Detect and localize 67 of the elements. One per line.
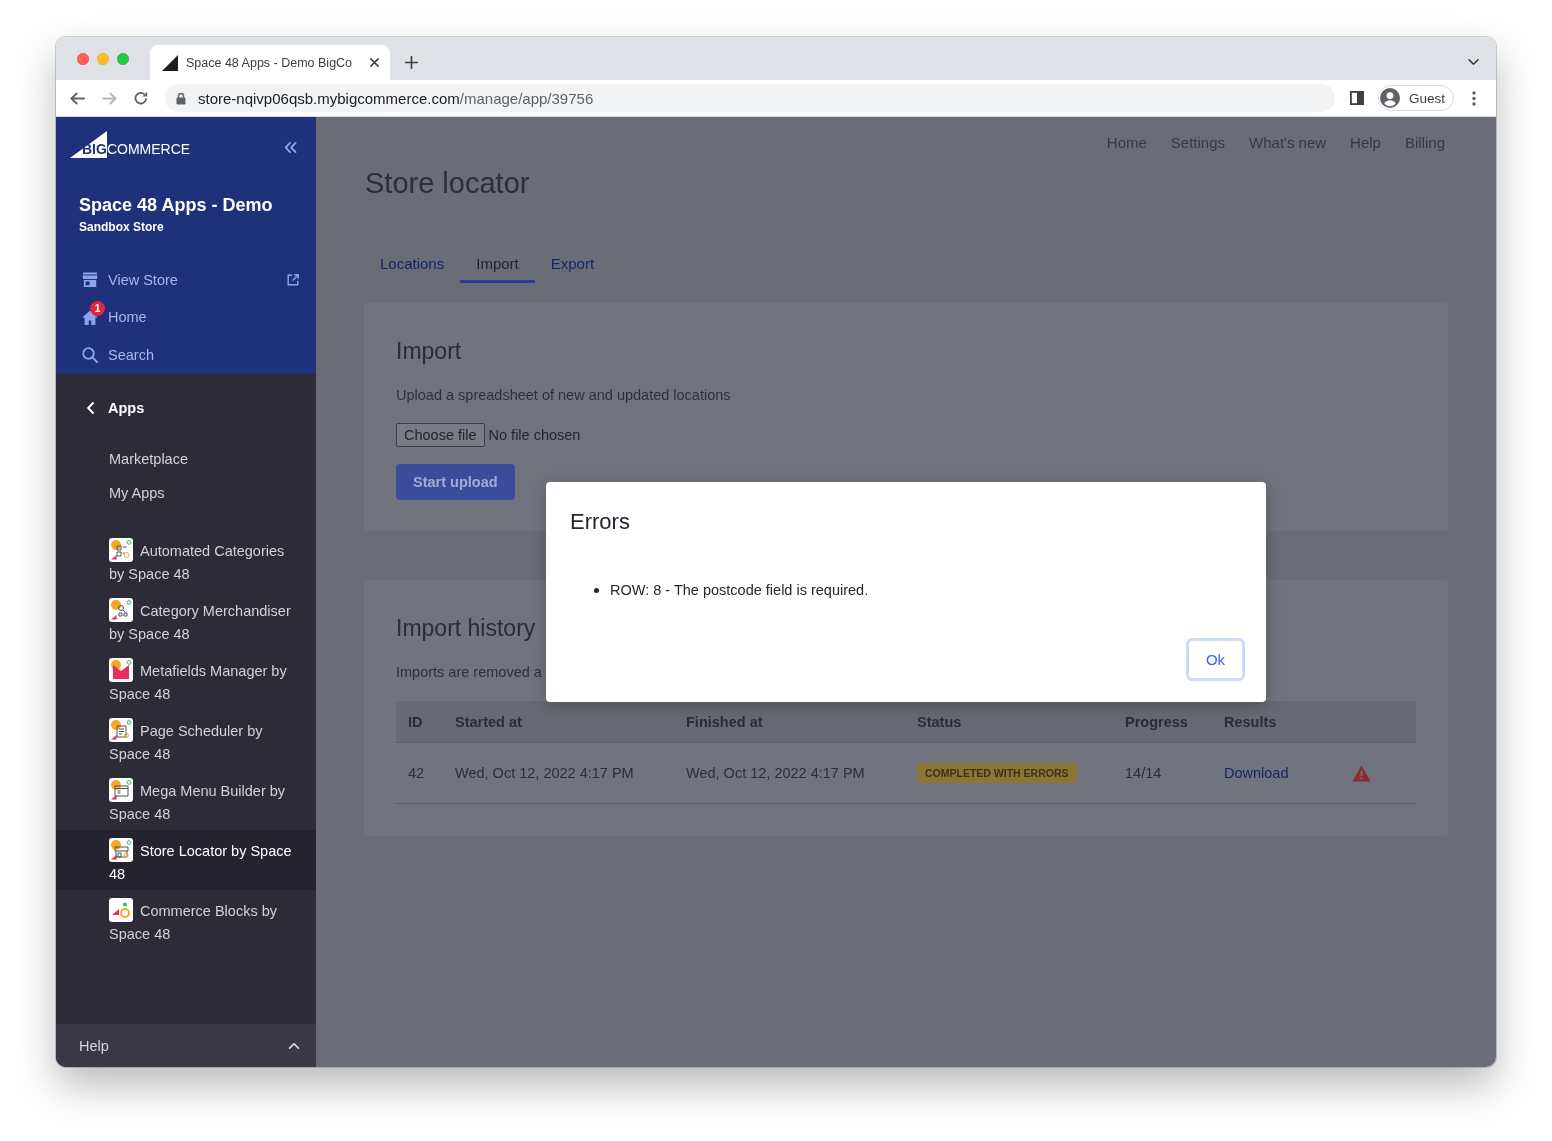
sidebar-app-link[interactable]: Automated Categories by Space 48 — [56, 530, 316, 590]
error-message: ROW: 8 - The postcode field is required. — [610, 581, 869, 600]
new-tab-icon[interactable] — [405, 56, 418, 69]
notification-badge: 1 — [90, 300, 105, 316]
table-cell: Wed, Oct 12, 2022 4:17 PM — [686, 765, 865, 781]
back-arrow-icon[interactable] — [70, 91, 85, 105]
close-tab-icon[interactable] — [370, 58, 379, 67]
column-header: Started at — [455, 713, 522, 730]
app-icon — [109, 718, 133, 742]
table-cell: 14/14 — [1125, 765, 1162, 781]
address-bar[interactable]: store-nqivp06qsb.mybigcommerce.com/manage/app/39756 — [165, 84, 1335, 112]
storefront-icon — [82, 272, 98, 288]
external-link-icon[interactable] — [287, 273, 299, 286]
column-header: Progress — [1125, 713, 1188, 730]
status-badge: COMPLETED WITH ERRORS — [917, 763, 1077, 783]
app-icon — [109, 658, 133, 682]
page-title: Store locator — [365, 166, 531, 201]
sidebar-link[interactable]: My Apps — [109, 476, 165, 510]
double-chevron-left-icon[interactable] — [284, 142, 297, 153]
card-note: Imports are removed a — [396, 664, 542, 680]
sidebar-app-link[interactable]: Category Merchandiser by Space 48 — [56, 590, 316, 650]
app-icon — [109, 838, 133, 862]
avatar-icon — [1380, 88, 1400, 108]
dialog-title: Errors — [570, 508, 631, 536]
card-description: Upload a spreadsheet of new and updated locations — [396, 386, 732, 405]
app-icon — [109, 778, 133, 802]
sidebar-app-link[interactable]: Page Scheduler by Space 48 — [56, 710, 316, 770]
table-cell: 42 — [408, 765, 425, 781]
sidebar-nav-link[interactable]: View Store — [82, 271, 178, 288]
table-cell: Wed, Oct 12, 2022 4:17 PM — [455, 765, 634, 781]
chevron-up-icon — [288, 1042, 300, 1049]
lock-icon — [176, 91, 186, 105]
help-toggle[interactable]: Help — [56, 1024, 316, 1067]
more-menu-icon[interactable] — [1472, 90, 1476, 106]
ok-button[interactable]: Ok — [1186, 638, 1245, 681]
browser-tab[interactable]: Space 48 Apps - Demo BigCo — [150, 45, 390, 80]
start-upload-button[interactable]: Start upload — [396, 464, 515, 500]
card-title: Import history — [396, 614, 537, 642]
sidebar-app-link[interactable]: Metafields Manager by Space 48 — [56, 650, 316, 710]
bullet-icon — [594, 587, 599, 593]
back-link[interactable]: Apps — [87, 391, 145, 425]
tab-title: Space 48 Apps - Demo BigCo — [186, 55, 354, 70]
search-icon — [82, 346, 98, 363]
sidebar-link[interactable]: Marketplace — [109, 442, 188, 476]
file-status: No file chosen — [488, 427, 581, 443]
card-title: Import — [396, 337, 463, 365]
app-icon — [109, 538, 133, 562]
logo-icon — [162, 54, 178, 71]
sidebar-nav-link[interactable]: Search — [82, 346, 154, 363]
app-icon — [109, 598, 133, 622]
download-link[interactable]: Download — [1224, 765, 1289, 781]
chevron-left-icon — [87, 402, 94, 414]
sidebar-app-link[interactable]: Commerce Blocks by Space 48 — [56, 890, 316, 950]
profile-button[interactable]: Guest — [1378, 85, 1454, 111]
column-header: Status — [917, 713, 962, 730]
column-header: ID — [408, 713, 423, 730]
side-panel-icon[interactable] — [1350, 91, 1364, 105]
column-header: Finished at — [686, 713, 763, 730]
store-type: Sandbox Store — [79, 219, 165, 235]
column-header: Results — [1224, 713, 1277, 730]
sidebar-app-link[interactable]: Mega Menu Builder by Space 48 — [56, 770, 316, 830]
app-icon — [109, 898, 133, 922]
store-name: Space 48 Apps - Demo — [79, 194, 274, 216]
chevron-down-icon[interactable] — [1468, 59, 1479, 66]
sidebar-app-link[interactable]: Store Locator by Space 48 — [56, 830, 316, 890]
reload-icon[interactable] — [134, 91, 148, 105]
choose-file-button[interactable]: Choose file — [396, 423, 485, 447]
